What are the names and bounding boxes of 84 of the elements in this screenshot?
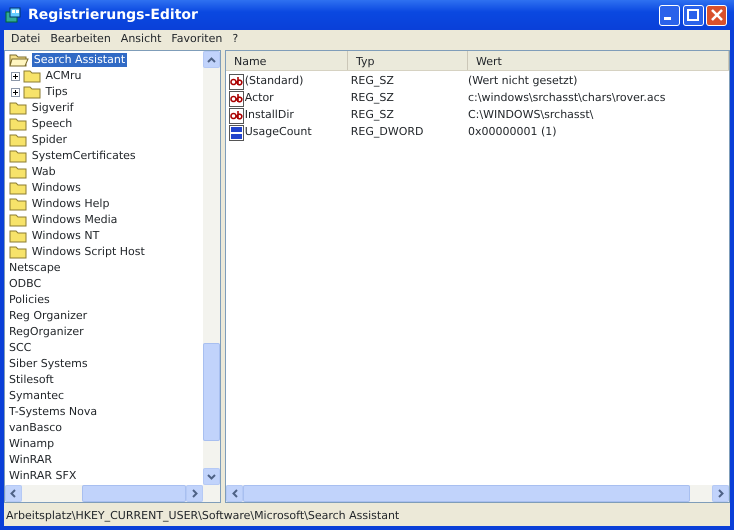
folder-icon [22, 69, 41, 83]
menu-item[interactable]: Bearbeiten [45, 30, 116, 48]
maximize-icon [687, 9, 699, 21]
vertical-scrollbar[interactable] [203, 51, 220, 485]
tree-item[interactable]: Windows [30, 181, 83, 195]
string-value-icon [228, 108, 245, 124]
string-value-icon [228, 74, 245, 90]
folder-icon [9, 133, 27, 147]
folder-icon [22, 85, 41, 99]
folder-icon [9, 213, 27, 227]
folder-icon [9, 165, 27, 179]
tree-item[interactable]: Windows NT [30, 229, 102, 243]
maximize-button[interactable] [682, 4, 704, 26]
value-type: REG_SZ [350, 107, 395, 124]
tree-item[interactable]: Windows Media [30, 213, 120, 227]
scroll-left-button[interactable] [226, 485, 243, 502]
column-header[interactable]: Typ [348, 51, 468, 70]
tree-item[interactable]: ACMru [44, 69, 84, 83]
minimize-icon [664, 17, 672, 20]
value-data: c:\windows\srchasst\chars\rover.acs [468, 90, 666, 106]
folder-icon [9, 117, 27, 131]
folder-icon [9, 101, 27, 115]
status-bar: Arbeitsplatz\HKEY_CURRENT_USER\Software\Microsoft\Search Assistant [4, 506, 730, 526]
tree-item[interactable]: Stilesoft [7, 373, 56, 387]
folder-icon [9, 149, 27, 163]
tree-item[interactable]: WinRAR [7, 453, 54, 467]
tree-item[interactable]: Policies [7, 293, 52, 307]
folder-icon [9, 181, 27, 195]
scroll-left-button[interactable] [5, 485, 22, 502]
scroll-down-button[interactable] [203, 468, 220, 485]
binary-value-icon [228, 124, 245, 140]
value-name[interactable]: InstallDir [244, 107, 294, 124]
scrollbar-thumb[interactable] [82, 485, 186, 502]
tree-item[interactable]: Windows Help [30, 197, 112, 211]
folder-icon [9, 197, 27, 211]
tree-item[interactable]: Windows Script Host [30, 245, 147, 259]
scroll-right-button[interactable] [186, 485, 204, 502]
minimize-button[interactable] [658, 4, 680, 26]
tree-item[interactable]: Speech [30, 117, 74, 131]
tree-item[interactable]: Spider [30, 133, 70, 147]
horizontal-scrollbar[interactable] [5, 485, 220, 502]
tree-item[interactable]: Siber Systems [7, 357, 90, 371]
value-name[interactable]: UsageCount [244, 124, 312, 141]
value-type: REG_SZ [350, 90, 395, 106]
menu-item[interactable]: ? [227, 30, 244, 48]
tree-item[interactable]: Winamp [7, 437, 56, 451]
tree-item[interactable]: SCC [7, 341, 34, 355]
menu-item[interactable]: Ansicht [116, 30, 166, 48]
value-name[interactable]: Actor [244, 90, 274, 107]
tree-item[interactable]: Netscape [7, 261, 63, 275]
tree-item[interactable]: Reg Organizer [7, 309, 90, 323]
tree-item[interactable]: Symantec [7, 389, 66, 403]
tree-item[interactable]: Search Assistant [32, 53, 128, 67]
tree-item[interactable]: WinRAR SFX [7, 469, 78, 483]
tree-item[interactable]: ODBC [7, 277, 44, 291]
menu-item[interactable]: Datei [6, 30, 46, 48]
tree-item[interactable]: Tips [44, 85, 70, 99]
expand-icon[interactable] [11, 72, 20, 80]
folder-icon [9, 245, 27, 259]
expand-icon[interactable] [11, 88, 20, 96]
value-name[interactable]: (Standard) [244, 73, 304, 90]
folder-icon [9, 229, 27, 243]
value-type: REG_DWORD [350, 124, 424, 140]
tree-item[interactable]: T-Systems Nova [7, 405, 100, 419]
window-title: Registrierungs-Editor [28, 6, 199, 24]
registry-editor-icon [4, 6, 22, 24]
value-data: C:\WINDOWS\srchasst\ [468, 107, 594, 124]
value-type: REG_SZ [350, 73, 395, 90]
close-button[interactable] [706, 4, 728, 26]
scrollbar-thumb[interactable] [203, 343, 220, 441]
tree-item[interactable]: Sigverif [30, 101, 76, 115]
string-value-icon [228, 90, 245, 106]
scroll-right-button[interactable] [712, 485, 729, 502]
column-header[interactable]: Name [226, 51, 348, 70]
tree-item[interactable]: vanBasco [7, 421, 64, 435]
tree-item[interactable]: SystemCertificates [30, 149, 138, 163]
value-data: (Wert nicht gesetzt) [468, 73, 578, 90]
menu-item[interactable]: Favoriten [166, 30, 228, 48]
close-icon [710, 9, 723, 21]
column-header[interactable]: Wert [468, 51, 729, 70]
scroll-up-button[interactable] [203, 51, 220, 68]
value-data: 0x00000001 (1) [468, 124, 558, 140]
tree-item[interactable]: Wab [30, 165, 58, 179]
tree-item[interactable]: RegOrganizer [7, 325, 86, 339]
